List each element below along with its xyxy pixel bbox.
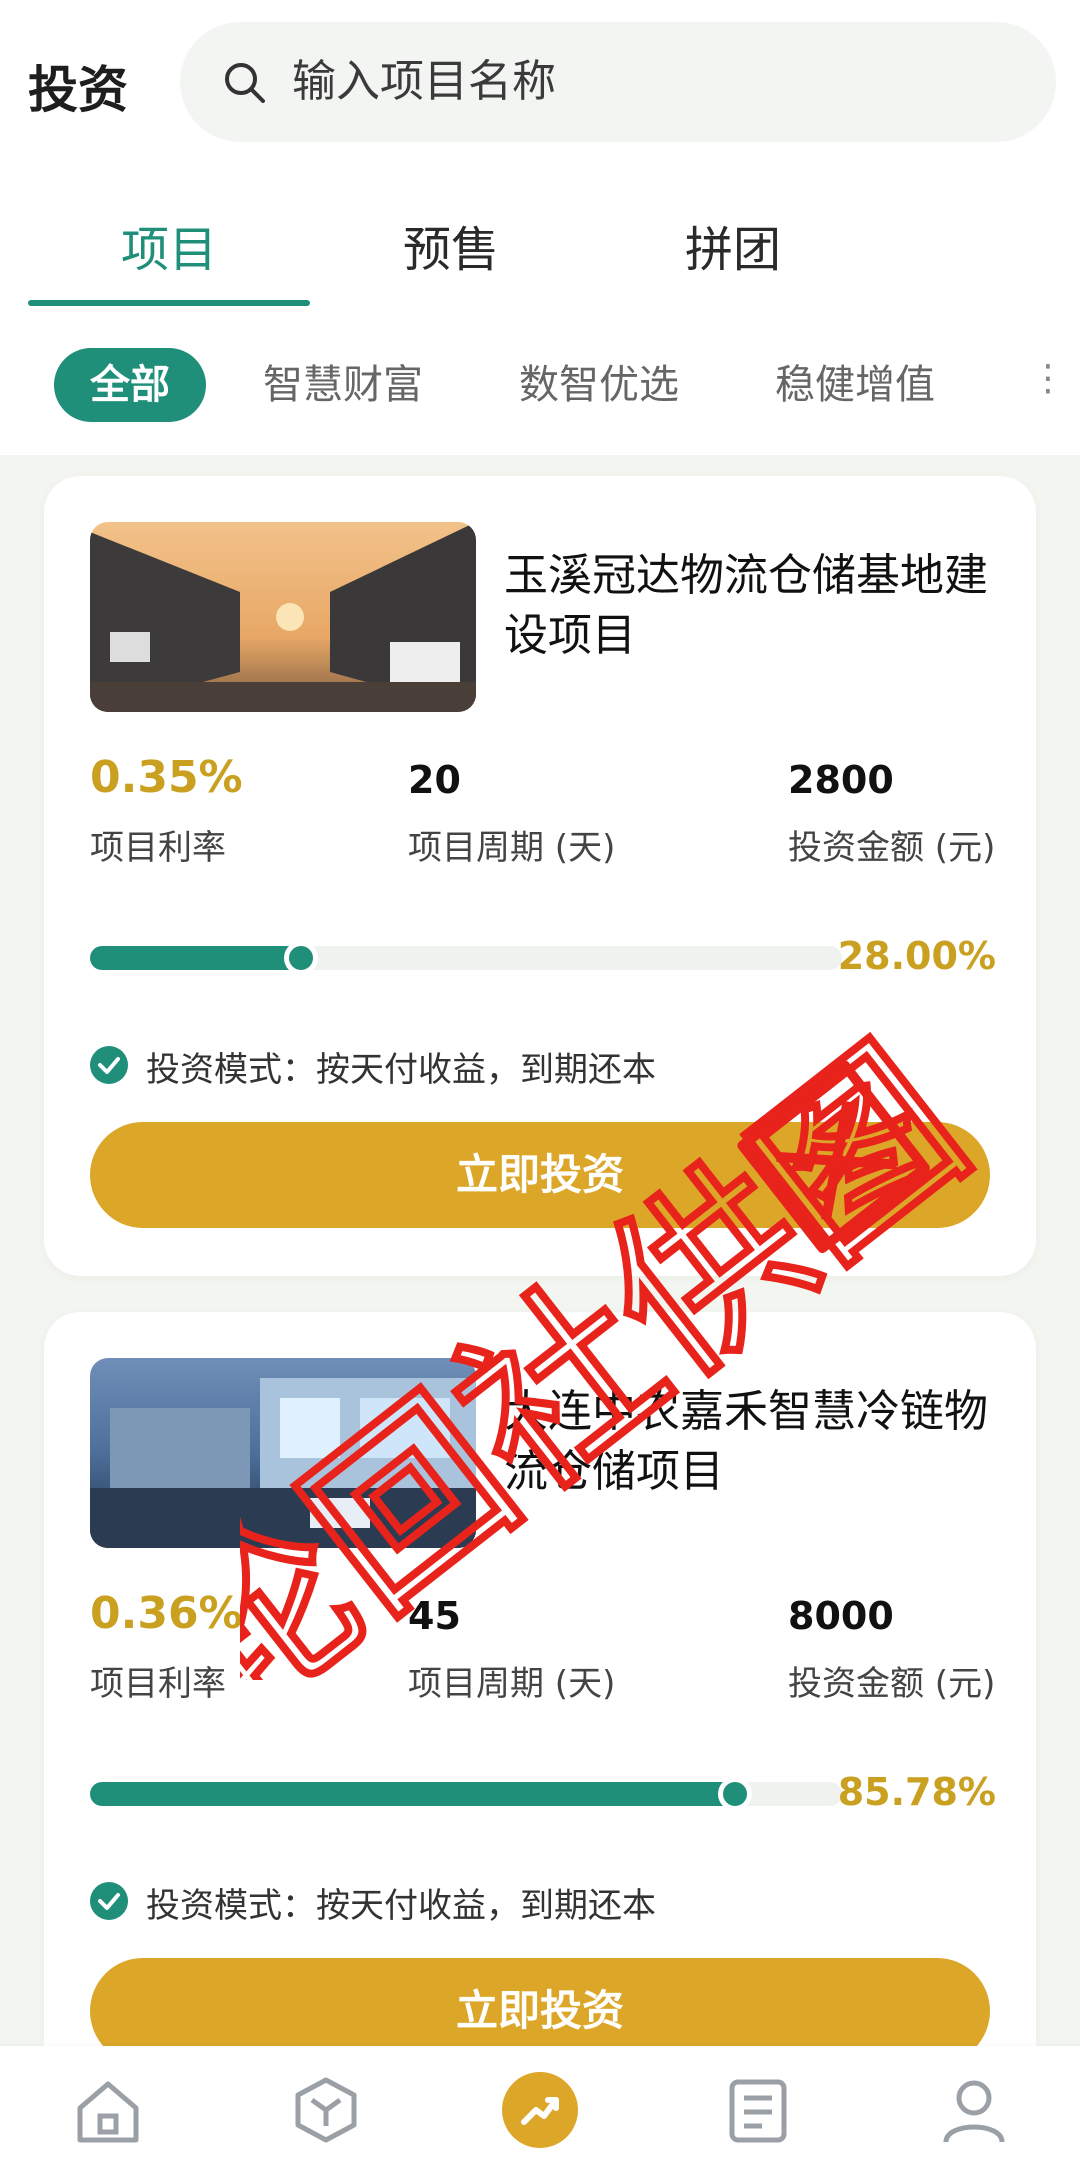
- amount-label: 投资金额 (元): [788, 1664, 996, 1704]
- tab-projects[interactable]: 项目: [28, 210, 310, 280]
- rate-label: 项目利率: [90, 828, 226, 868]
- news-icon[interactable]: [718, 2070, 798, 2150]
- bottom-nav: [0, 2046, 1080, 2160]
- amount-label: 投资金额 (元): [788, 828, 996, 868]
- project-title: 大连中农嘉禾智慧冷链物流仓储项目: [504, 1386, 988, 1497]
- progress-bar: [90, 1777, 842, 1811]
- tab-group-buy[interactable]: 拼团: [592, 210, 874, 280]
- chip-digital-select[interactable]: 数智优选: [514, 348, 684, 422]
- warehouse-image: [90, 522, 476, 712]
- check-circle-icon: [90, 1882, 128, 1920]
- project-card[interactable]: 大连中农嘉禾智慧冷链物流仓储项目 0.36% 项目利率 45 项目周期 (天) …: [44, 1312, 1036, 2112]
- more-categories-icon[interactable]: ⋮: [1030, 358, 1066, 399]
- project-period: 20: [408, 758, 461, 802]
- progress-percent: 85.78%: [837, 1770, 996, 1814]
- search-bar[interactable]: [180, 22, 1056, 142]
- progress-bar: [90, 941, 842, 975]
- rate-label: 项目利率: [90, 1664, 226, 1704]
- chip-smart-wealth[interactable]: 智慧财富: [258, 348, 428, 422]
- check-circle-icon: [90, 1046, 128, 1084]
- project-card[interactable]: 玉溪冠达物流仓储基地建设项目 0.35% 项目利率 20 项目周期 (天) 28…: [44, 476, 1036, 1276]
- chip-steady-growth[interactable]: 稳健增值: [770, 348, 940, 422]
- progress-percent: 28.00%: [837, 934, 996, 978]
- progress-fill: [90, 1782, 735, 1806]
- project-amount: 8000: [788, 1594, 894, 1638]
- profile-icon[interactable]: [934, 2070, 1014, 2150]
- chip-all[interactable]: 全部: [54, 348, 206, 422]
- page-title: 投资: [28, 61, 128, 119]
- cold-storage-image: [90, 1358, 476, 1548]
- header: 投资 项目 预售 拼团 全部 智慧财富 数智优选 稳健增值 ⋮: [0, 0, 1080, 455]
- progress-knob: [718, 1777, 752, 1811]
- cube-icon[interactable]: [286, 2070, 366, 2150]
- invest-trend-icon[interactable]: [500, 2070, 580, 2150]
- category-chips: 全部 智慧财富 数智优选 稳健增值 ⋮: [0, 340, 1080, 430]
- project-rate: 0.35%: [90, 752, 243, 803]
- investment-mode: 投资模式：按天付收益，到期还本: [146, 1886, 656, 1926]
- progress-fill: [90, 946, 301, 970]
- project-amount: 2800: [788, 758, 894, 802]
- period-label: 项目周期 (天): [408, 828, 616, 868]
- period-label: 项目周期 (天): [408, 1664, 616, 1704]
- investment-mode: 投资模式：按天付收益，到期还本: [146, 1050, 656, 1090]
- search-input[interactable]: [292, 48, 992, 114]
- invest-now-button[interactable]: 立即投资: [90, 1122, 990, 1228]
- search-icon: [225, 63, 265, 103]
- project-rate: 0.36%: [90, 1588, 243, 1639]
- home-icon[interactable]: [68, 2070, 148, 2150]
- project-period: 45: [408, 1594, 461, 1638]
- tab-bar: 项目 预售 拼团: [28, 200, 868, 312]
- tab-underline: [28, 300, 310, 306]
- tab-presale[interactable]: 预售: [310, 210, 592, 280]
- progress-knob: [284, 941, 318, 975]
- project-title: 玉溪冠达物流仓储基地建设项目: [504, 550, 988, 661]
